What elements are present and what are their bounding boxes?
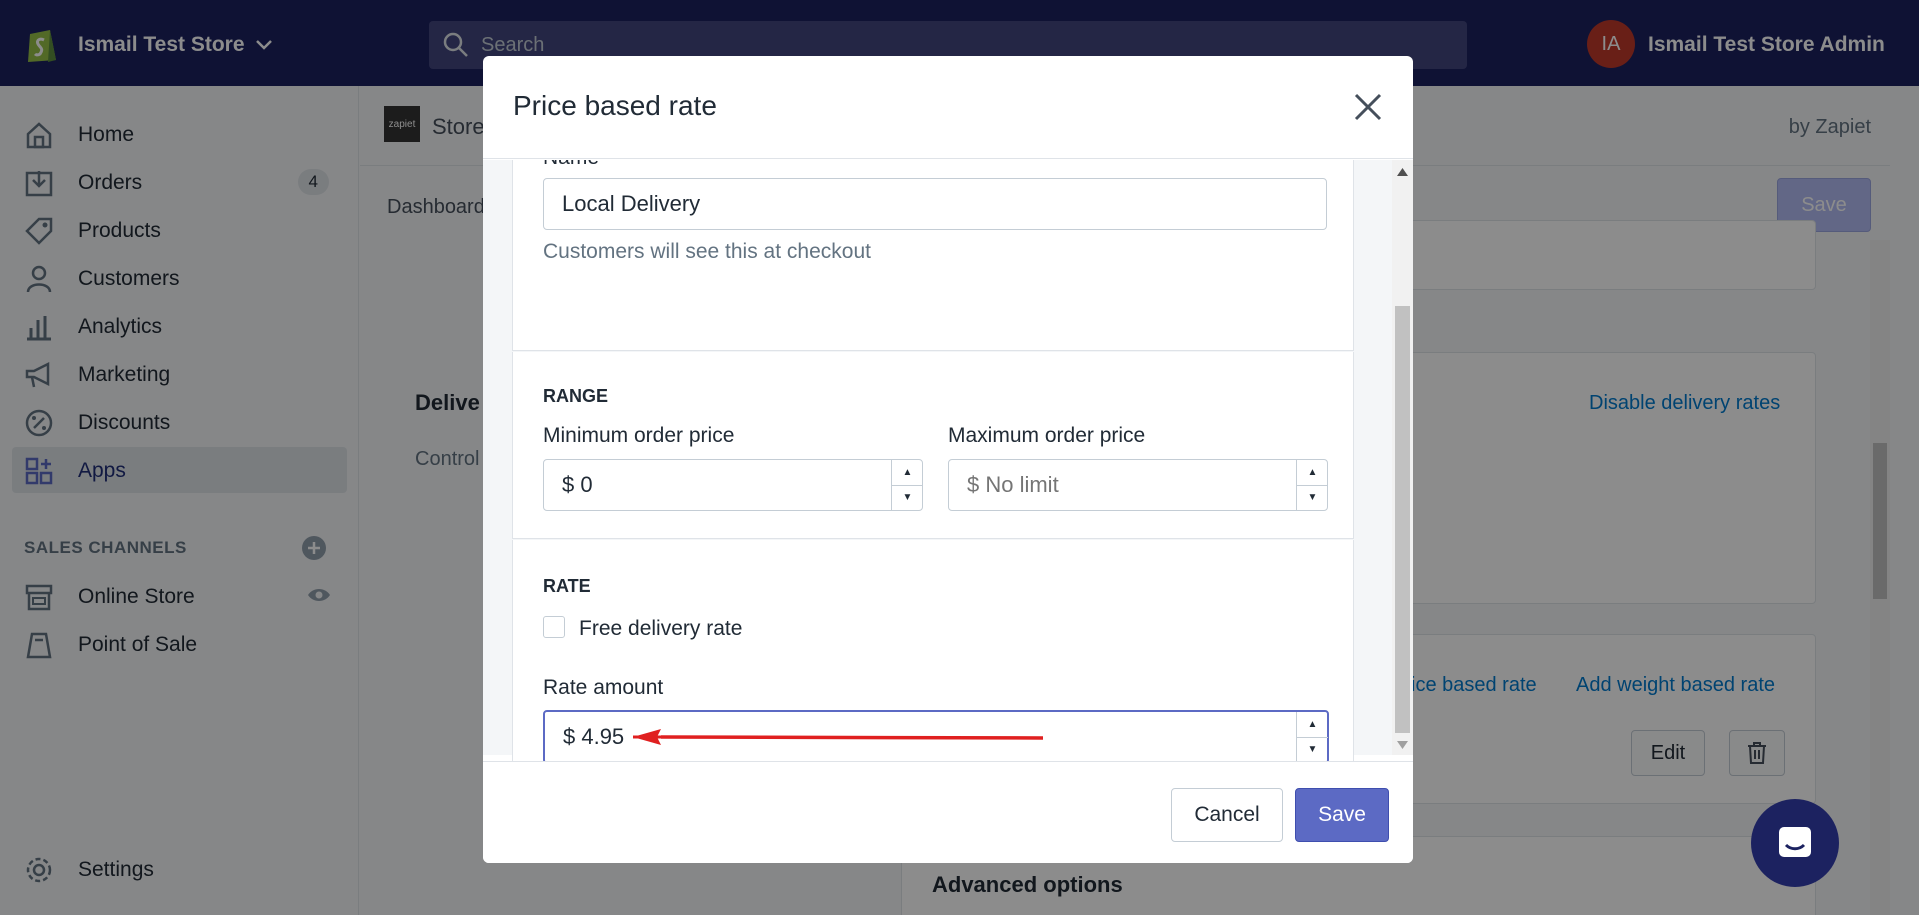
modal-scrollbar-thumb[interactable]	[1395, 306, 1410, 733]
cancel-button[interactable]: Cancel	[1171, 788, 1283, 842]
modal-title: Price based rate	[513, 90, 717, 121]
modal-body: Name Customers will see this at checkout…	[483, 160, 1413, 794]
modal-footer: Cancel Save	[483, 761, 1413, 863]
save-button[interactable]: Save	[1295, 788, 1389, 842]
close-icon[interactable]	[1351, 90, 1385, 124]
annotation-arrow-icon	[633, 729, 1044, 745]
price-based-rate-modal: Price based rate Name Customers will see…	[483, 56, 1413, 863]
increment-arrow-icon[interactable]: ▲	[1297, 712, 1328, 737]
range-heading: RANGE	[543, 386, 609, 406]
name-input[interactable]	[543, 178, 1327, 230]
scroll-down-arrow-icon[interactable]	[1397, 741, 1408, 749]
name-help-text: Customers will see this at checkout	[543, 240, 871, 263]
decrement-arrow-icon[interactable]: ▼	[892, 484, 923, 511]
range-section: RANGE Minimum order price ▲ ▼ Maximum or…	[512, 352, 1354, 539]
max-price-label: Maximum order price	[948, 424, 1146, 447]
max-price-input[interactable]	[948, 459, 1328, 511]
min-price-label: Minimum order price	[543, 424, 735, 447]
decrement-arrow-icon[interactable]: ▼	[1297, 484, 1328, 511]
rate-amount-label: Rate amount	[543, 676, 664, 699]
max-price-stepper[interactable]: ▲ ▼	[1296, 460, 1328, 510]
increment-arrow-icon[interactable]: ▲	[892, 460, 923, 485]
chat-launcher[interactable]	[1751, 799, 1839, 887]
min-price-input[interactable]	[543, 459, 923, 511]
scroll-up-arrow-icon[interactable]	[1397, 168, 1408, 176]
chat-icon	[1779, 827, 1811, 857]
min-price-stepper[interactable]: ▲ ▼	[891, 460, 923, 510]
free-delivery-label[interactable]: Free delivery rate	[579, 617, 742, 641]
free-delivery-checkbox[interactable]	[543, 616, 565, 638]
increment-arrow-icon[interactable]: ▲	[1297, 460, 1328, 485]
rate-heading: RATE	[543, 576, 591, 596]
rate-section: RATE Free delivery rate Rate amount ▲ ▼	[512, 540, 1354, 794]
name-section: Name Customers will see this at checkout	[512, 160, 1354, 351]
modal-header: Price based rate	[483, 56, 1413, 159]
decrement-arrow-icon[interactable]: ▼	[1297, 736, 1328, 763]
rate-amount-stepper[interactable]: ▲ ▼	[1296, 712, 1328, 762]
